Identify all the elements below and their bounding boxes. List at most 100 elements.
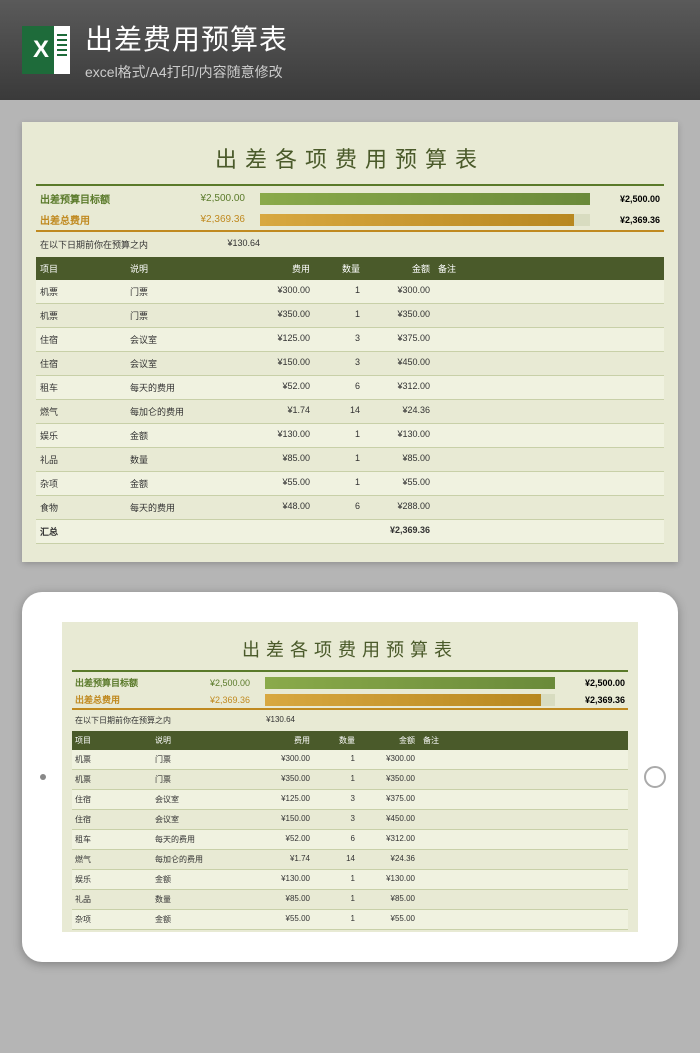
- summary-total-row: 出差总费用 ¥2,369.36 ¥2,369.36: [72, 691, 628, 708]
- tablet-screen: 出差各项费用预算表 出差预算目标额 ¥2,500.00 ¥2,500.00 出差…: [62, 622, 638, 932]
- cell-amount: ¥300.00: [360, 285, 430, 298]
- table-row: 住宿会议室¥150.003¥450.00: [72, 810, 628, 830]
- cell-note: [415, 894, 625, 905]
- cell-qty: 6: [310, 834, 355, 845]
- col-desc: 说明: [130, 262, 240, 275]
- cell-item: 燃气: [40, 405, 130, 418]
- cell-desc: 每加仑的费用: [155, 854, 250, 865]
- cell-item: 住宿: [75, 814, 155, 825]
- cell-qty: 1: [310, 914, 355, 925]
- cell-desc: 数量: [130, 453, 240, 466]
- target-label: 出差预算目标额: [75, 676, 170, 689]
- tablet-preview: 出差各项费用预算表 出差预算目标额 ¥2,500.00 ¥2,500.00 出差…: [22, 592, 678, 962]
- cell-qty: 1: [310, 894, 355, 905]
- cell-note: [415, 814, 625, 825]
- cell-item: 汇总: [40, 525, 130, 538]
- table-row: 娱乐金额¥130.001¥130.00: [72, 870, 628, 890]
- table-row: 住宿会议室¥125.003¥375.00: [72, 790, 628, 810]
- cell-cost: ¥1.74: [250, 854, 310, 865]
- cell-item: 娱乐: [40, 429, 130, 442]
- cell-cost: ¥300.00: [240, 285, 310, 298]
- col-cost: 费用: [250, 735, 310, 746]
- total-bar-value: ¥2,369.36: [555, 695, 625, 705]
- remaining-label: 在以下日期前你在预算之内: [75, 715, 215, 726]
- cell-amount: ¥350.00: [355, 774, 415, 785]
- cell-cost: ¥150.00: [250, 814, 310, 825]
- cell-item: 娱乐: [75, 874, 155, 885]
- cell-cost: ¥350.00: [250, 774, 310, 785]
- cell-amount: ¥55.00: [355, 914, 415, 925]
- cell-cost: ¥85.00: [240, 453, 310, 466]
- banner-subtitle: excel格式/A4打印/内容随意修改: [85, 62, 678, 82]
- sheet-preview-main: 出差各项费用预算表 出差预算目标额 ¥2,500.00 ¥2,500.00 出差…: [22, 122, 678, 562]
- cell-note: [430, 333, 660, 346]
- col-amount: 金额: [355, 735, 415, 746]
- cell-desc: 金额: [130, 477, 240, 490]
- table-row: 杂项金额¥55.001¥55.00: [36, 472, 664, 496]
- cell-qty: 3: [310, 814, 355, 825]
- cell-note: [415, 794, 625, 805]
- cell-qty: 1: [310, 429, 360, 442]
- cell-amount: ¥24.36: [355, 854, 415, 865]
- product-banner: X 出差费用预算表 excel格式/A4打印/内容随意修改: [0, 0, 700, 100]
- cell-amount: ¥375.00: [360, 333, 430, 346]
- summary-target-row: 出差预算目标额 ¥2,500.00 ¥2,500.00: [72, 674, 628, 691]
- table-row: 机票门票¥350.001¥350.00: [36, 304, 664, 328]
- table-total-row: 汇总 ¥2,369.36: [36, 520, 664, 544]
- total-bar: [265, 694, 555, 706]
- cell-qty: 1: [310, 874, 355, 885]
- target-bar-value: ¥2,500.00: [555, 678, 625, 688]
- cell-qty: 1: [310, 774, 355, 785]
- divider: [36, 184, 664, 186]
- cell-note: [430, 453, 660, 466]
- cell-note: [430, 429, 660, 442]
- table-row: 机票门票¥350.001¥350.00: [72, 770, 628, 790]
- cell-desc: 会议室: [155, 814, 250, 825]
- divider: [72, 670, 628, 672]
- sheet-title: 出差各项费用预算表: [36, 136, 664, 184]
- table-row: 机票门票¥300.001¥300.00: [72, 750, 628, 770]
- cell-amount: ¥300.00: [355, 754, 415, 765]
- cell-amount: ¥130.00: [360, 429, 430, 442]
- cell-note: [415, 754, 625, 765]
- table-body: 机票门票¥300.001¥300.00机票门票¥350.001¥350.00住宿…: [36, 280, 664, 544]
- remaining-row: 在以下日期前你在预算之内 ¥130.64: [36, 232, 664, 257]
- total-label: 出差总费用: [40, 212, 150, 227]
- cell-qty: 14: [310, 405, 360, 418]
- cell-item: 食物: [40, 501, 130, 514]
- col-qty: 数量: [310, 735, 355, 746]
- table-row: 燃气每加仑的费用¥1.7414¥24.36: [36, 400, 664, 424]
- cell-item: 机票: [40, 285, 130, 298]
- sheet-title: 出差各项费用预算表: [72, 632, 628, 670]
- remaining-row: 在以下日期前你在预算之内 ¥130.64: [72, 710, 628, 731]
- cell-qty: 6: [310, 501, 360, 514]
- cell-qty: 1: [310, 309, 360, 322]
- cell-note: [430, 285, 660, 298]
- cell-cost: ¥85.00: [250, 894, 310, 905]
- cell-qty: 14: [310, 854, 355, 865]
- cell-note: [415, 914, 625, 925]
- col-cost: 费用: [240, 262, 310, 275]
- cell-cost: ¥52.00: [250, 834, 310, 845]
- cell-desc: 会议室: [130, 357, 240, 370]
- cell-note: [430, 309, 660, 322]
- cell-amount: ¥24.36: [360, 405, 430, 418]
- cell-desc: 金额: [155, 914, 250, 925]
- cell-note: [430, 405, 660, 418]
- cell-desc: 门票: [155, 774, 250, 785]
- target-bar: [265, 677, 555, 689]
- cell-desc: 金额: [155, 874, 250, 885]
- total-bar: [260, 214, 590, 226]
- cell-desc: 每天的费用: [155, 834, 250, 845]
- cell-desc: 门票: [155, 754, 250, 765]
- cell-cost: ¥52.00: [240, 381, 310, 394]
- cell-item: 租车: [75, 834, 155, 845]
- table-header: 项目 说明 费用 数量 金额 备注: [36, 257, 664, 280]
- cell-cost: ¥125.00: [240, 333, 310, 346]
- table-row: 食物每天的费用¥48.006¥288.00: [36, 496, 664, 520]
- cell-qty: 1: [310, 285, 360, 298]
- cell-amount: ¥450.00: [355, 814, 415, 825]
- cell-desc: 会议室: [130, 333, 240, 346]
- table-row: 租车每天的费用¥52.006¥312.00: [72, 830, 628, 850]
- cell-amount: ¥2,369.36: [360, 525, 430, 538]
